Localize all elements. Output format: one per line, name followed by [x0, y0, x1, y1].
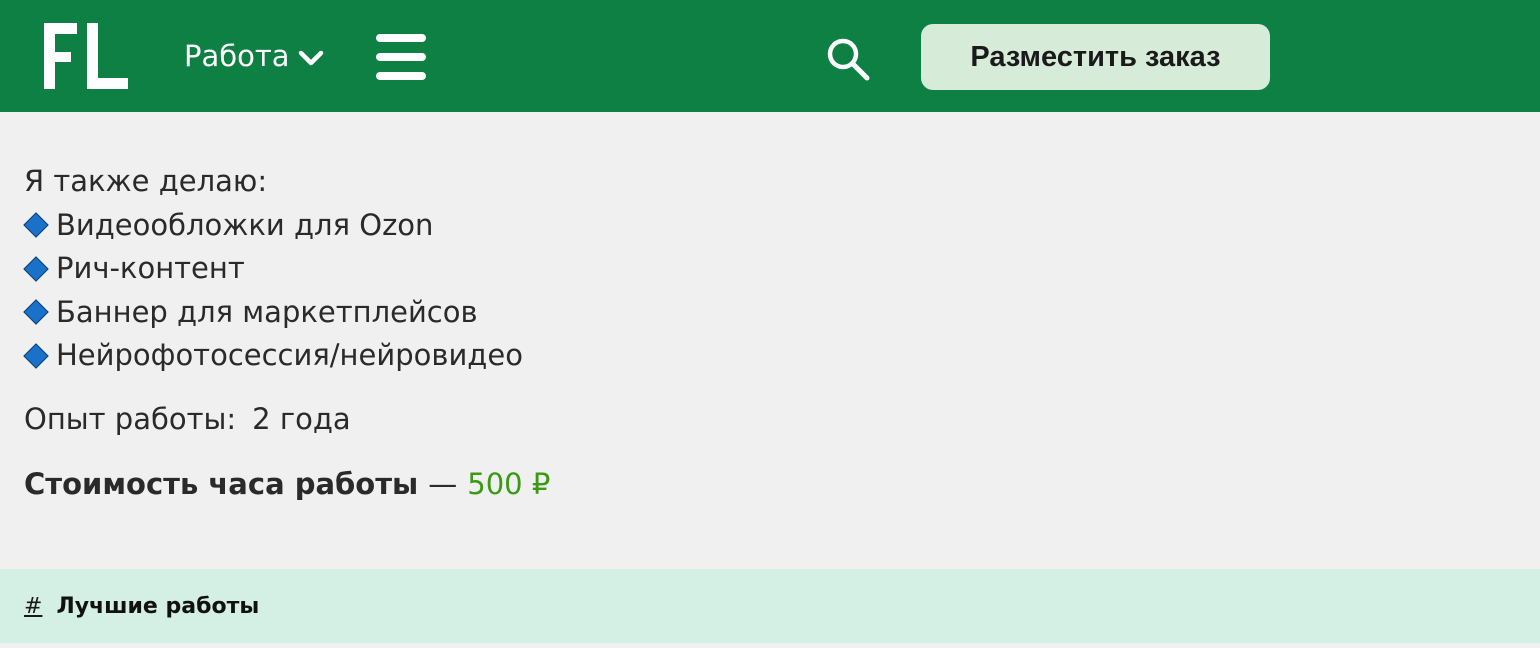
profile-description: Я также делаю: Видеообложки для Ozon Рич… [24, 160, 1504, 507]
service-item: Нейрофотосессия/нейровидео [24, 334, 1504, 378]
nav-work-label: Работа [184, 39, 290, 73]
service-item-label: Баннер для маркетплейсов [56, 294, 478, 329]
blue-diamond-icon [24, 344, 48, 368]
experience-value: 2 года [252, 401, 351, 436]
service-item: Рич-контент [24, 247, 1504, 291]
hourly-rate-line: Стоимость часа работы — 500 ₽ [24, 463, 1504, 507]
blue-diamond-icon [24, 300, 48, 324]
experience-label: Опыт работы: [24, 401, 237, 436]
service-item-label: Видеообложки для Ozon [56, 207, 434, 242]
search-icon[interactable] [825, 36, 871, 82]
blue-diamond-icon [24, 257, 48, 281]
blue-diamond-icon [24, 213, 48, 237]
hamburger-menu-icon[interactable] [375, 32, 427, 82]
best-works-title: Лучшие работы [56, 593, 260, 619]
experience-line: Опыт работы: 2 года [24, 398, 1504, 442]
hourly-rate-value: 500 ₽ [467, 467, 551, 501]
service-item-label: Нейрофотосессия/нейровидео [56, 338, 523, 372]
service-item-label: Рич-контент [56, 251, 245, 285]
hourly-rate-label: Стоимость часа работы [24, 467, 419, 501]
top-header: Работа Разместить заказ [0, 0, 1540, 112]
fl-logo-mark [44, 23, 128, 89]
chevron-down-icon [298, 49, 324, 67]
hourly-rate-separator: — [428, 467, 458, 501]
also-do-heading: Я также делаю: [24, 164, 268, 198]
service-item: Видеообложки для Ozon [24, 204, 1504, 248]
post-order-button[interactable]: Разместить заказ [921, 24, 1270, 90]
fl-logo[interactable] [42, 21, 128, 91]
nav-work-dropdown[interactable]: Работа [184, 36, 324, 76]
section-anchor-link[interactable]: # [24, 594, 42, 619]
best-works-section-header: # Лучшие работы [0, 569, 1540, 643]
service-item: Баннер для маркетплейсов [24, 291, 1504, 335]
